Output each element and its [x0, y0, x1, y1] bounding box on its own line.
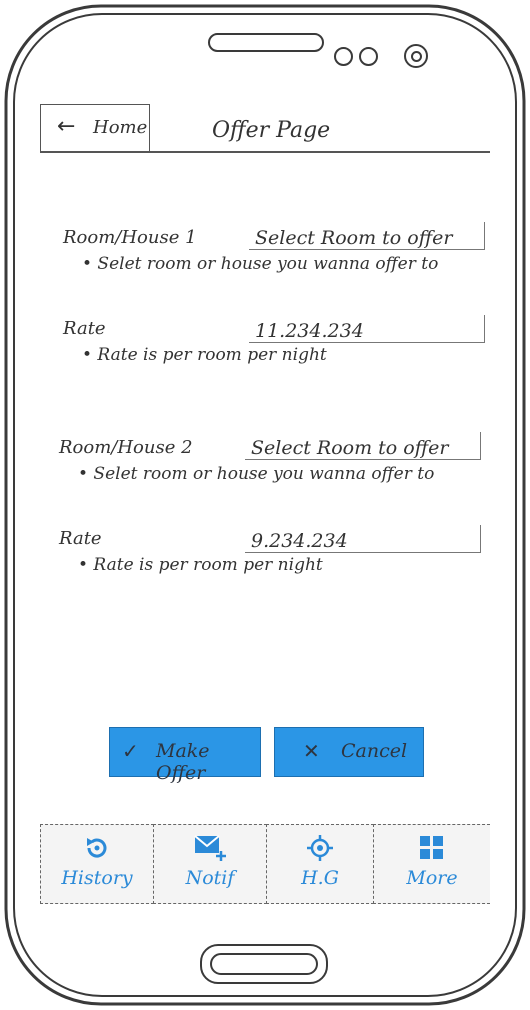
rate2-input[interactable]: 9.234.234: [245, 525, 481, 553]
mail-add-icon: [154, 833, 266, 863]
make-offer-label: Make Offer: [156, 740, 210, 784]
rate1-input[interactable]: 11.234.234: [249, 315, 485, 343]
speaker-grille: [208, 33, 324, 52]
tab-history-label: History: [61, 867, 133, 889]
tab-notif-label: Notif: [185, 867, 235, 889]
page-title: Offer Page: [212, 118, 331, 143]
make-offer-button[interactable]: ✓ Make Offer: [109, 727, 261, 784]
tab-notif[interactable]: Notif: [153, 824, 267, 904]
room1-label: Room/House 1: [63, 227, 197, 248]
crosshair-icon: [267, 833, 373, 863]
rate2-label: Rate: [59, 528, 102, 549]
sensor-icon: [359, 47, 378, 66]
back-home-button[interactable]: ← Home: [40, 104, 150, 152]
room2-hint: • Selet room or house you wanna offer to: [78, 464, 435, 484]
room2-label: Room/House 2: [59, 437, 193, 458]
tab-hg[interactable]: H.G: [266, 824, 374, 904]
rate1-value: 11.234.234: [255, 320, 364, 342]
room1-select[interactable]: Select Room to offer: [249, 222, 485, 250]
tab-more-label: More: [406, 867, 458, 889]
tab-more[interactable]: More: [373, 824, 490, 904]
check-icon: ✓: [122, 739, 139, 763]
arrow-left-icon: ←: [57, 114, 76, 139]
history-icon: [41, 833, 153, 863]
home-hardware-button[interactable]: [200, 944, 328, 984]
camera-icon: [404, 44, 428, 68]
sensor-icon: [334, 47, 353, 66]
header-divider: [40, 151, 490, 153]
rate2-hint: • Rate is per room per night: [78, 555, 323, 575]
grid-icon: [374, 833, 490, 863]
tab-hg-label: H.G: [301, 867, 339, 889]
room1-select-value: Select Room to offer: [255, 227, 453, 249]
cancel-label: Cancel: [341, 740, 408, 762]
tab-history[interactable]: History: [40, 824, 154, 904]
x-icon: ✕: [303, 739, 320, 763]
rate2-value: 9.234.234: [251, 530, 348, 552]
room1-hint: • Selet room or house you wanna offer to: [82, 254, 439, 274]
room2-select[interactable]: Select Room to offer: [245, 432, 481, 460]
cancel-button[interactable]: ✕ Cancel: [274, 727, 424, 777]
room2-select-value: Select Room to offer: [251, 437, 449, 459]
bottom-tab-bar: History Notif H.G More: [40, 824, 490, 904]
rate1-hint: • Rate is per room per night: [82, 345, 327, 365]
back-home-label: Home: [93, 117, 148, 138]
rate1-label: Rate: [63, 318, 106, 339]
